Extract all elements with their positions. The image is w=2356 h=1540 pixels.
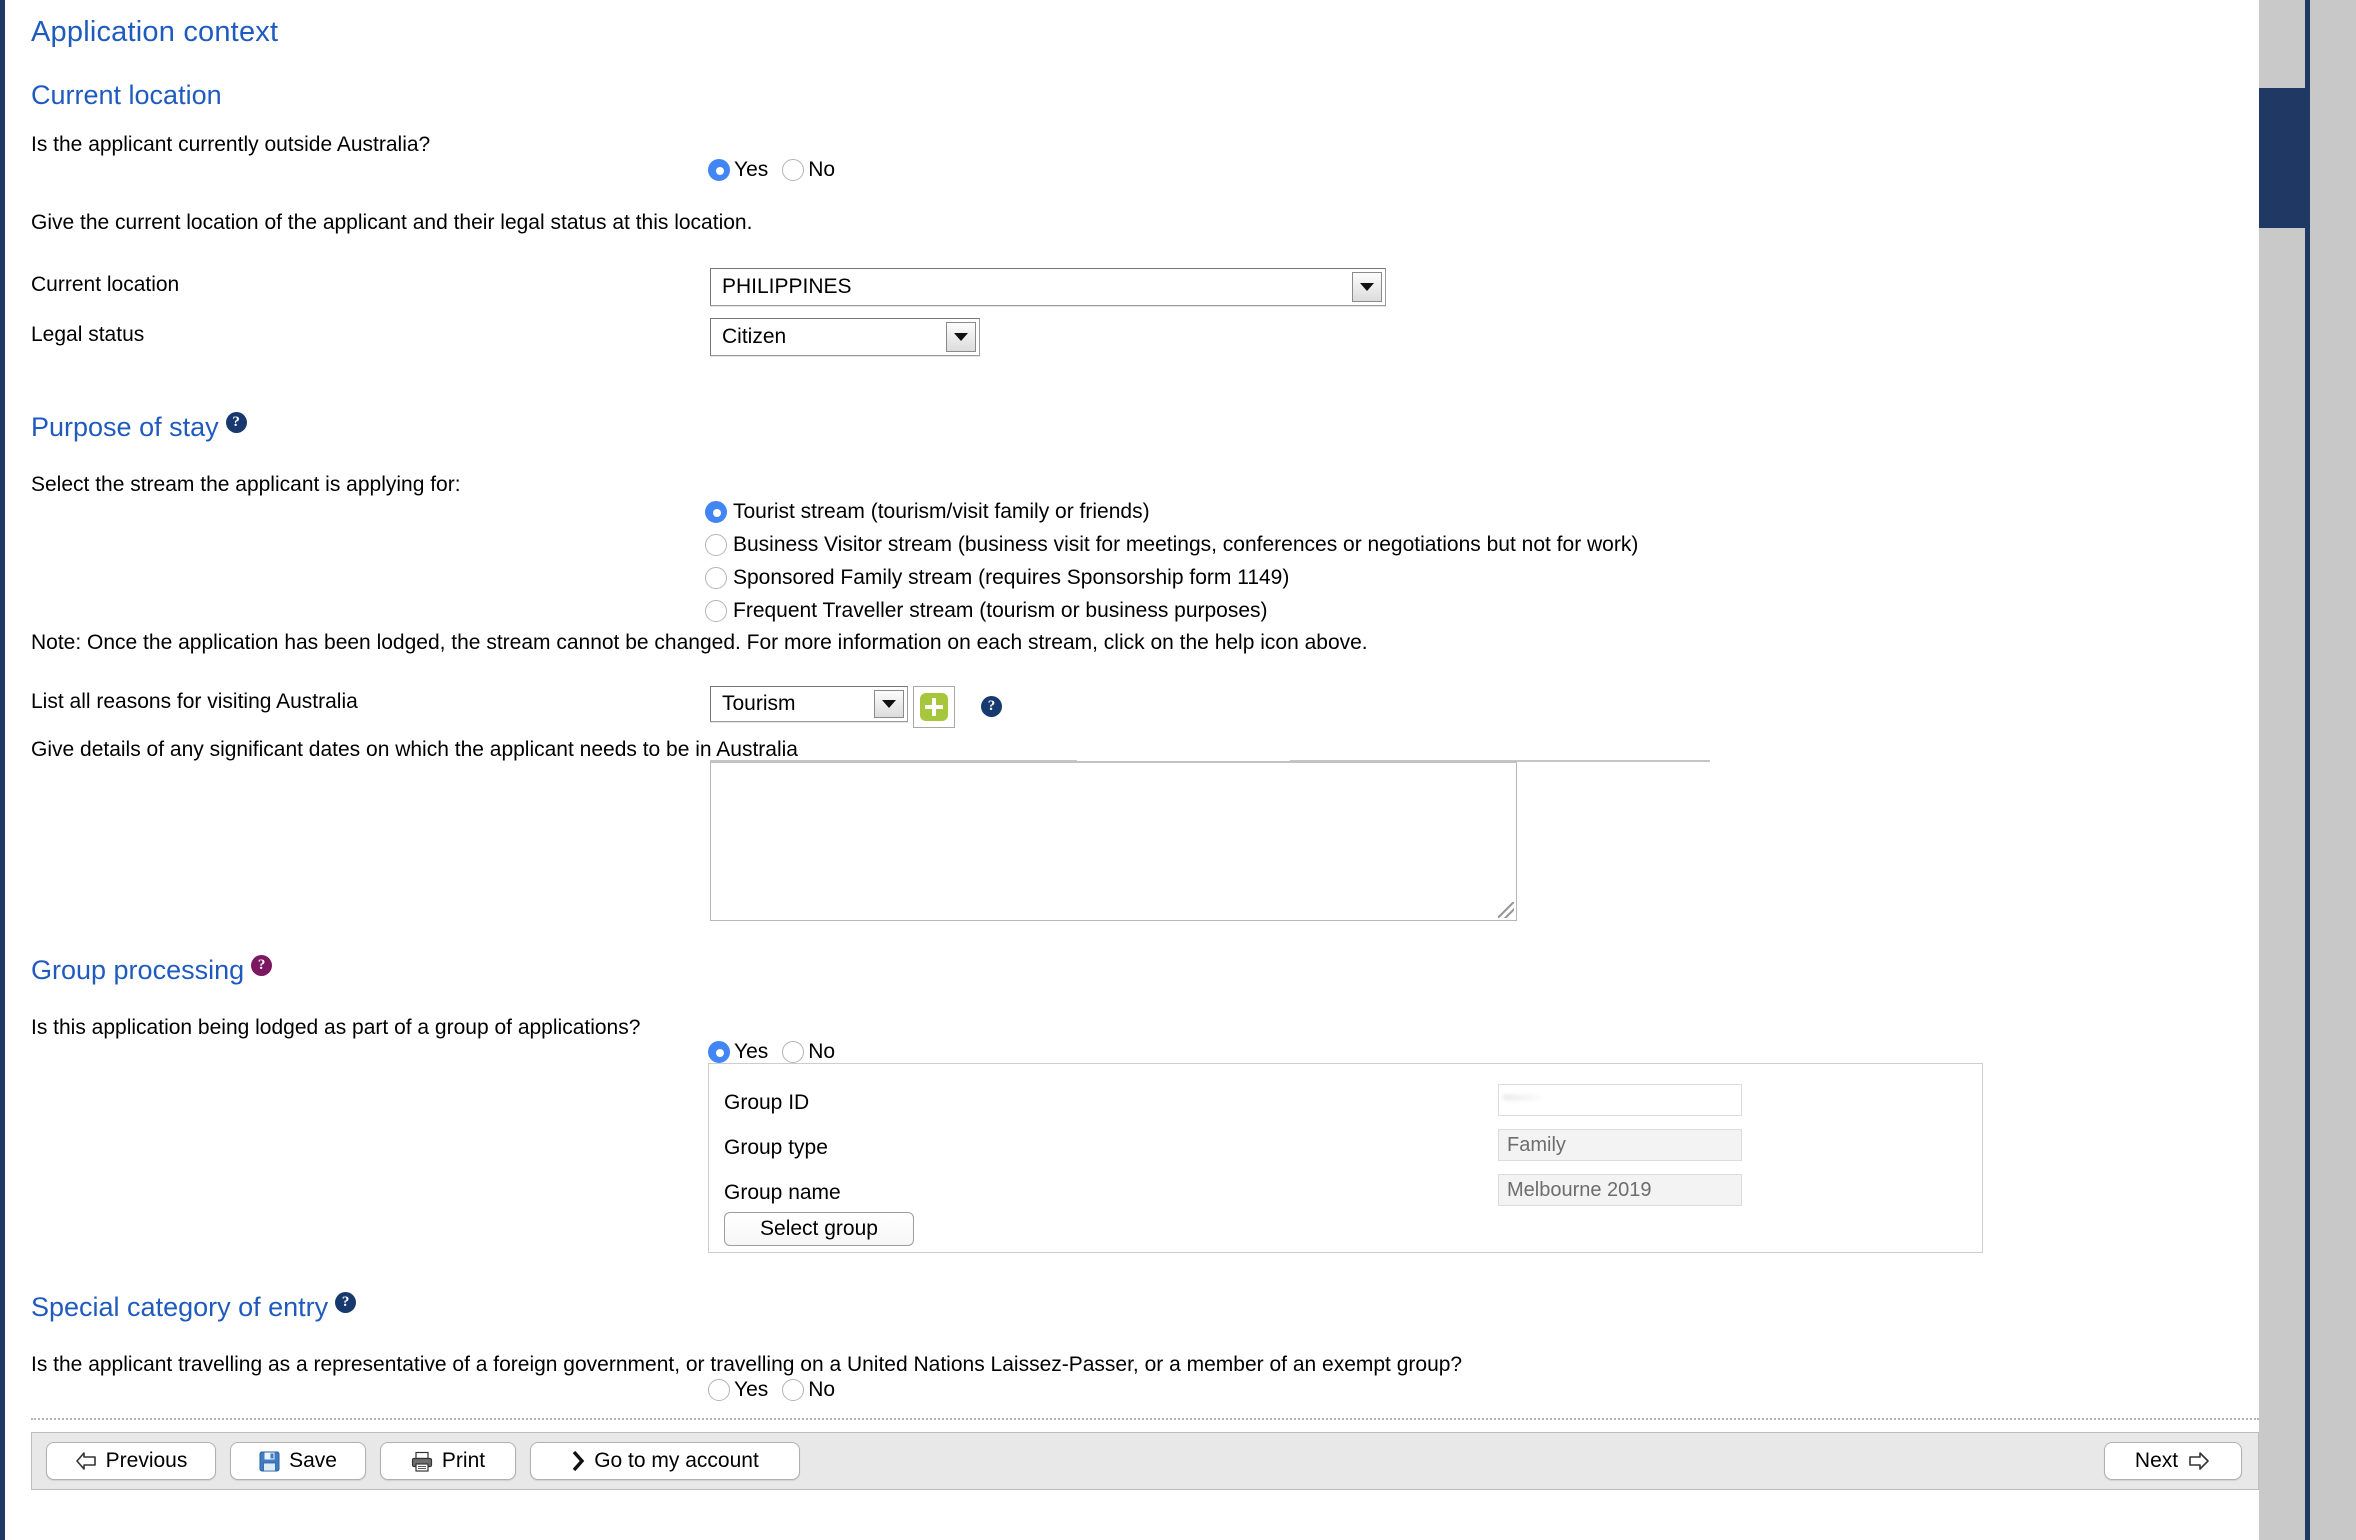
chevron-down-icon[interactable] xyxy=(946,322,976,352)
plus-icon xyxy=(920,693,948,721)
form-page: Application context Current location Is … xyxy=(5,0,2305,1540)
stream-tourist-label: Tourist stream (tourism/visit family or … xyxy=(733,500,1150,523)
stream-option-frequent-traveller[interactable]: Frequent Traveller stream (tourism or bu… xyxy=(705,594,1638,627)
outside-australia-radio-group[interactable]: Yes No xyxy=(708,158,835,182)
legal-status-select-value: Citizen xyxy=(722,325,787,348)
group-processing-no-radio[interactable] xyxy=(782,1041,805,1063)
next-button[interactable]: Next xyxy=(2104,1442,2242,1480)
print-button-label: Print xyxy=(441,1449,486,1472)
significant-dates-textarea[interactable] xyxy=(710,761,1517,921)
outside-australia-yes-label: Yes xyxy=(734,158,769,181)
current-location-select-value: PHILIPPINES xyxy=(722,275,852,298)
form-toolbar: Previous Save Print Go to my account Nex… xyxy=(31,1432,2259,1490)
reasons-help-icon-wrap: ? xyxy=(974,692,1002,717)
significant-dates-label: Give details of any significant dates on… xyxy=(31,738,798,761)
section-heading-special-category: Special category of entry? xyxy=(31,1292,357,1323)
arrow-right-icon xyxy=(2187,1451,2211,1471)
stream-option-sponsored-family[interactable]: Sponsored Family stream (requires Sponso… xyxy=(705,561,1638,594)
group-processing-yes-label: Yes xyxy=(734,1040,769,1063)
stream-business-visitor-radio[interactable] xyxy=(705,534,727,556)
scrollbar-thumb[interactable] xyxy=(2259,88,2305,228)
select-group-button-label: Select group xyxy=(760,1217,878,1240)
save-button[interactable]: Save xyxy=(230,1442,366,1480)
special-category-yes-radio[interactable] xyxy=(708,1379,730,1401)
help-icon[interactable]: ? xyxy=(335,1292,357,1313)
section-heading-current-location-label: Current location xyxy=(31,80,222,110)
special-category-radio-group[interactable]: Yes No xyxy=(708,1378,835,1402)
section-heading-special-category-label: Special category of entry xyxy=(31,1292,329,1322)
stream-note: Note: Once the application has been lodg… xyxy=(31,631,1368,654)
current-location-question: Is the applicant currently outside Austr… xyxy=(31,133,431,156)
chevron-down-icon[interactable] xyxy=(1352,272,1382,302)
resize-grip-icon[interactable] xyxy=(1498,902,1514,918)
next-button-label: Next xyxy=(2134,1449,2179,1472)
section-heading-purpose-of-stay-label: Purpose of stay xyxy=(31,412,219,442)
group-type-label: Group type xyxy=(724,1136,828,1159)
section-heading-group-processing: Group processing? xyxy=(31,955,273,986)
outside-australia-no-label: No xyxy=(808,158,836,181)
go-to-my-account-button[interactable]: Go to my account xyxy=(530,1442,800,1480)
stream-prompt: Select the stream the applicant is apply… xyxy=(31,473,461,496)
go-to-my-account-button-label: Go to my account xyxy=(594,1449,759,1472)
save-button-label: Save xyxy=(289,1449,337,1472)
group-name-label: Group name xyxy=(724,1181,841,1204)
stream-option-business-visitor[interactable]: Business Visitor stream (business visit … xyxy=(705,528,1638,561)
stream-frequent-traveller-label: Frequent Traveller stream (tourism or bu… xyxy=(733,599,1268,622)
chevron-right-icon xyxy=(571,1450,585,1472)
section-heading-group-processing-label: Group processing xyxy=(31,955,245,985)
application-form-viewport: Application context Current location Is … xyxy=(0,0,2310,1540)
outside-australia-yes-radio[interactable] xyxy=(708,159,730,181)
group-processing-question: Is this application being lodged as part… xyxy=(31,1016,641,1039)
group-id-input[interactable] xyxy=(1498,1084,1742,1116)
vertical-scrollbar[interactable] xyxy=(2259,0,2305,1540)
current-location-instruction: Give the current location of the applica… xyxy=(31,211,753,234)
legal-status-select[interactable]: Citizen xyxy=(710,318,980,356)
select-group-button[interactable]: Select group xyxy=(724,1212,914,1246)
print-button[interactable]: Print xyxy=(380,1442,516,1480)
floppy-disk-icon xyxy=(259,1451,280,1472)
previous-button[interactable]: Previous xyxy=(46,1442,216,1480)
group-processing-no-label: No xyxy=(808,1040,836,1063)
printer-icon xyxy=(411,1451,433,1472)
help-icon[interactable]: ? xyxy=(251,955,273,976)
special-category-no-label: No xyxy=(808,1378,836,1401)
page-title: Application context xyxy=(31,16,279,48)
group-processing-radio-group[interactable]: Yes No xyxy=(708,1040,835,1064)
previous-button-label: Previous xyxy=(105,1449,188,1472)
legal-status-field-label: Legal status xyxy=(31,323,145,346)
help-icon[interactable]: ? xyxy=(981,696,1002,717)
special-category-yes-label: Yes xyxy=(734,1378,769,1401)
section-heading-purpose-of-stay: Purpose of stay? xyxy=(31,412,247,443)
stream-option-tourist[interactable]: Tourist stream (tourism/visit family or … xyxy=(705,495,1638,528)
arrow-left-icon xyxy=(75,1451,97,1471)
special-category-no-radio[interactable] xyxy=(782,1379,805,1401)
stream-radio-group[interactable]: Tourist stream (tourism/visit family or … xyxy=(705,495,1638,627)
stream-sponsored-family-label: Sponsored Family stream (requires Sponso… xyxy=(733,566,1290,589)
group-processing-yes-radio[interactable] xyxy=(708,1041,730,1063)
stream-business-visitor-label: Business Visitor stream (business visit … xyxy=(733,533,1639,556)
stream-tourist-radio[interactable] xyxy=(705,501,727,523)
group-details-panel: Group ID Group type Family Group name Me… xyxy=(708,1063,1983,1253)
help-icon[interactable]: ? xyxy=(225,412,247,433)
special-category-question: Is the applicant travelling as a represe… xyxy=(31,1353,1463,1376)
group-type-input[interactable]: Family xyxy=(1498,1129,1742,1161)
add-reason-button[interactable] xyxy=(913,686,955,728)
current-location-field-label: Current location xyxy=(31,273,180,296)
footer-separator xyxy=(31,1418,2259,1420)
section-heading-current-location: Current location xyxy=(31,80,222,111)
current-location-select[interactable]: PHILIPPINES xyxy=(710,268,1386,306)
group-id-label: Group ID xyxy=(724,1091,810,1114)
stream-sponsored-family-radio[interactable] xyxy=(705,567,727,589)
reasons-select-value: Tourism xyxy=(722,692,796,715)
reasons-select[interactable]: Tourism xyxy=(710,686,908,722)
chevron-down-icon[interactable] xyxy=(874,690,904,718)
stream-frequent-traveller-radio[interactable] xyxy=(705,600,727,622)
reasons-label: List all reasons for visiting Australia xyxy=(31,690,358,713)
outside-australia-no-radio[interactable] xyxy=(782,159,805,181)
group-name-input[interactable]: Melbourne 2019 xyxy=(1498,1174,1742,1206)
